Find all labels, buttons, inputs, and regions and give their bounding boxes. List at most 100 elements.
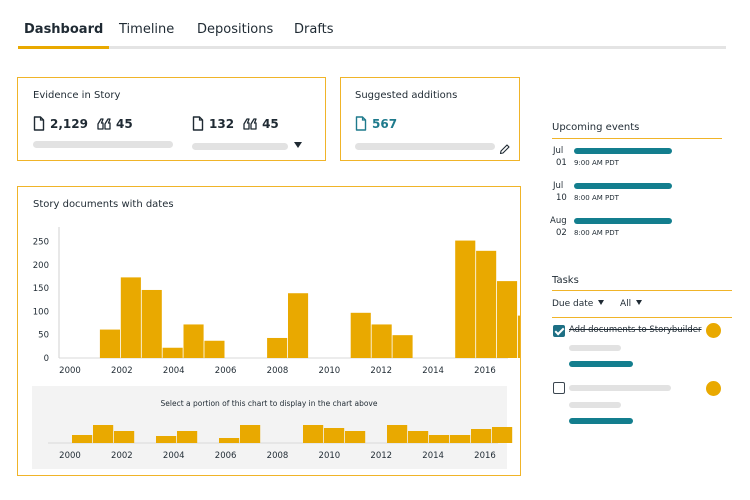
task-checkbox[interactable] <box>553 325 565 337</box>
task-text-placeholder[interactable] <box>569 385 671 391</box>
brush-bar <box>303 425 324 443</box>
y-tick-label: 150 <box>33 284 49 294</box>
chart-bar <box>517 315 520 358</box>
chart-bar <box>267 337 288 358</box>
evidence-progress-1 <box>33 141 173 148</box>
x-tick-label: 2008 <box>267 366 289 376</box>
chart-bar <box>350 312 371 358</box>
evidence-metric-group-2: 132 45 <box>192 116 288 131</box>
suggested-metric[interactable]: 567 <box>355 116 406 131</box>
brush-bar <box>450 435 471 443</box>
suggested-document-count[interactable]: 567 <box>372 117 397 131</box>
task-text[interactable]: Add documents to Storybuilder <box>569 325 702 335</box>
document-icon <box>33 116 45 131</box>
quote-icon <box>243 117 257 130</box>
task-detail-placeholder <box>569 402 621 408</box>
x-tick-label: 2002 <box>111 366 133 376</box>
x-tick-label: 2004 <box>163 366 185 376</box>
caret-down-icon[interactable] <box>294 142 302 148</box>
brush-x-tick-label: 2006 <box>215 451 237 461</box>
brush-bar <box>219 438 240 443</box>
brush-x-tick-label: 2012 <box>370 451 392 461</box>
tasks-rule <box>552 290 732 291</box>
event-time: 9:00 AM PDT <box>574 159 619 167</box>
brush-bar <box>93 425 114 443</box>
x-tick-label: 2006 <box>215 366 237 376</box>
story-documents-bar-chart[interactable]: 0 50 100 150 200 250 2000 2002 2004 2006 2008 2010 2… <box>18 187 520 475</box>
brush-bar <box>156 436 177 443</box>
task-status-dot[interactable] <box>706 381 721 396</box>
brush-bar <box>72 435 93 443</box>
brush-bar <box>429 435 450 443</box>
evidence-metric-group-1: 2,129 45 <box>33 116 142 131</box>
brush-bar <box>177 431 198 443</box>
brush-bar <box>492 427 513 443</box>
x-tick-label: 2014 <box>422 366 444 376</box>
task-assignee-placeholder <box>569 418 633 424</box>
tab-rail <box>18 46 726 49</box>
y-tick-label: 250 <box>33 238 49 248</box>
event-time: 8:00 AM PDT <box>574 194 619 202</box>
task-detail-placeholder <box>569 345 621 351</box>
chart-bar <box>497 281 518 358</box>
chart-bar <box>141 289 162 358</box>
y-tick-label: 50 <box>38 331 49 341</box>
chart-bar <box>392 335 413 358</box>
suggested-progress <box>355 143 495 150</box>
upcoming-events-rule <box>552 138 722 139</box>
brush-x-tick-label: 2014 <box>422 451 444 461</box>
event-month: Aug <box>550 216 567 226</box>
chart-bar <box>183 324 204 358</box>
caret-down-icon <box>598 300 605 305</box>
pencil-icon[interactable] <box>499 140 510 159</box>
task-checkbox[interactable] <box>553 382 565 394</box>
suggested-card: Suggested additions 567 <box>340 77 520 161</box>
brush-x-tick-label: 2016 <box>474 451 496 461</box>
chart-bar <box>288 293 309 358</box>
brush-x-tick-label: 2008 <box>267 451 289 461</box>
tab-dashboard[interactable]: Dashboard <box>17 22 110 49</box>
x-tick-label: 2012 <box>370 366 392 376</box>
chart-bar <box>371 324 392 358</box>
chart-bar <box>455 240 476 358</box>
all-filter[interactable]: All <box>620 299 643 309</box>
brush-x-tick-label: 2010 <box>319 451 341 461</box>
chart-bar <box>204 340 225 358</box>
y-tick-label: 100 <box>33 307 49 317</box>
event-title-placeholder <box>574 183 672 189</box>
event-month: Jul <box>553 146 564 156</box>
brush-x-tick-label: 2002 <box>111 451 133 461</box>
brush-bar <box>324 428 345 443</box>
chart-bar <box>120 277 141 358</box>
tab-timeline[interactable]: Timeline <box>119 22 174 37</box>
quote-icon <box>97 117 111 130</box>
brush-bar <box>240 425 261 443</box>
event-title-placeholder <box>574 218 672 224</box>
brush-bar <box>345 431 366 443</box>
event-month: Jul <box>553 181 564 191</box>
event-day: 01 <box>556 158 567 168</box>
event-time: 8:00 AM PDT <box>574 229 619 237</box>
x-tick-label: 2000 <box>59 366 81 376</box>
task-status-dot[interactable] <box>706 323 721 338</box>
due-date-filter[interactable]: Due date <box>552 299 605 309</box>
due-date-filter-label: Due date <box>552 299 594 309</box>
caret-down-icon <box>636 300 643 305</box>
quote-count: 45 <box>115 116 133 131</box>
task-assignee-placeholder <box>569 361 633 367</box>
brush-instruction-label: Select a portion of this chart to displa… <box>161 399 378 408</box>
tab-drafts[interactable]: Drafts <box>294 22 334 37</box>
event-day: 10 <box>556 193 567 203</box>
brush-x-tick-label: 2000 <box>59 451 81 461</box>
evidence-progress-2 <box>192 143 288 150</box>
chart-bar <box>99 329 120 358</box>
chart-bar <box>476 250 497 358</box>
y-tick-label: 0 <box>44 354 49 364</box>
brush-bar <box>114 431 135 443</box>
chart-bar <box>162 347 183 358</box>
tab-depositions[interactable]: Depositions <box>197 22 273 37</box>
brush-bar <box>471 429 492 443</box>
brush-bar <box>387 425 408 443</box>
evidence-card: Evidence in Story 2,129 45 132 45 <box>17 77 326 161</box>
story-chart-card: Story documents with dates 0 50 100 150 200 2… <box>17 186 521 476</box>
